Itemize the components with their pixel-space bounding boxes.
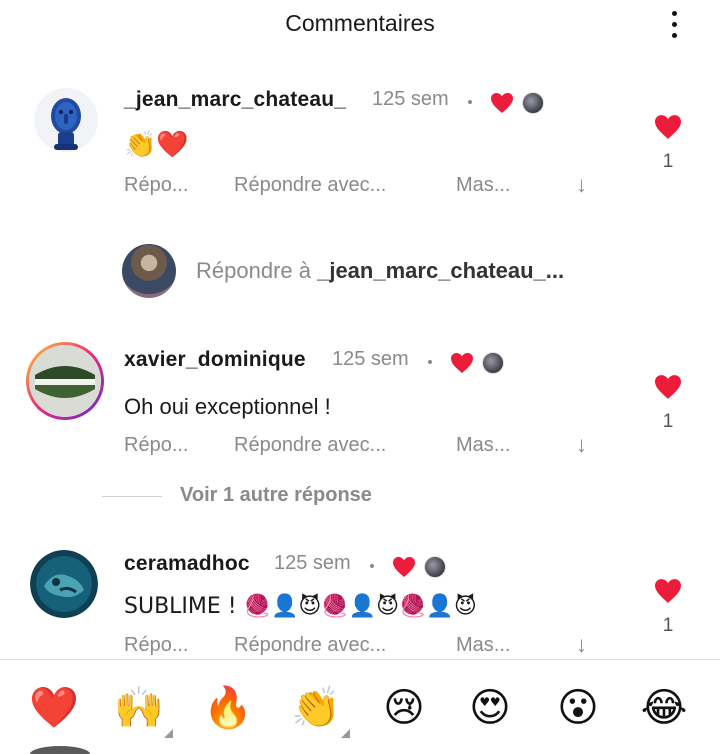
like-button[interactable]: 1 [648,578,688,648]
comments-header: Commentaires [0,0,720,48]
page-title: Commentaires [285,10,435,36]
arrow-down-icon[interactable]: ↓ [576,632,587,658]
red-heart-emoji[interactable]: ❤️ [26,680,82,736]
creator-avatar [522,92,544,114]
surprised-face-emoji[interactable]: 😮 [550,680,606,736]
heart-icon [655,579,681,603]
divider-line [102,496,162,497]
emoji-bar: ❤️ 🙌 🔥 👏 😢 😍 😮 😂 [0,660,720,754]
reply-placeholder: Répondre à _jean_marc_chateau_... [196,258,565,283]
comment-text: Oh oui exceptionnel ! [124,394,331,419]
avatar[interactable] [26,342,104,420]
reply-with-button[interactable]: Répondre avec... [234,174,386,197]
more-options-icon[interactable] [662,8,686,40]
hide-button[interactable]: Mas... [456,174,510,197]
like-count: 1 [662,151,674,172]
comment-time: 125 sem [332,348,409,370]
comment-username[interactable]: ceramadhoc [124,552,250,576]
hide-button[interactable]: Mas... [456,434,510,457]
reply-input[interactable]: Répondre à _jean_marc_chateau_... [122,244,682,300]
view-more-label: Voir 1 autre réponse [180,484,372,506]
arrow-down-icon[interactable]: ↓ [576,432,587,458]
creator-liked-heart-icon [491,93,513,113]
reply-with-button[interactable]: Répondre avec... [234,434,386,457]
comment-item: _jean_marc_chateau_ 125 sem 👏❤️ Répo... … [0,80,720,220]
heart-icon [655,375,681,399]
reply-button[interactable]: Répo... [124,634,188,657]
my-avatar [122,244,176,298]
creator-liked-heart-icon [451,353,473,373]
separator-dot [468,100,472,104]
comment-time: 125 sem [274,552,351,574]
comment-text: 👏❤️ [124,130,189,160]
separator-dot [370,564,374,568]
comment-item: ceramadhoc 125 sem SUBLIME ! 🧶👤😈🧶👤😈🧶👤😈 R… [0,544,720,660]
creator-avatar [482,352,504,374]
separator-dot [428,360,432,364]
like-count: 1 [662,411,674,432]
like-button[interactable]: 1 [648,374,688,444]
fire-emoji[interactable]: 🔥 [200,680,256,736]
tears-of-joy-emoji[interactable]: 😂 [636,680,692,736]
reply-button[interactable]: Répo... [124,434,188,457]
heart-eyes-emoji[interactable]: 😍 [462,680,518,736]
avatar[interactable] [30,550,98,618]
comment-time: 125 sem [372,88,449,110]
reply-with-button[interactable]: Répondre avec... [234,634,386,657]
heart-icon [655,115,681,139]
like-button[interactable]: 1 [648,114,688,184]
comment-item: xavier_dominique 125 sem Oh oui exceptio… [0,340,720,480]
raising-hands-emoji[interactable]: 🙌 [111,680,173,738]
comment-username[interactable]: _jean_marc_chateau_ [124,88,346,112]
comment-text: SUBLIME ! 🧶👤😈🧶👤😈🧶👤😈 [124,594,477,619]
crying-face-emoji[interactable]: 😢 [376,680,432,736]
creator-avatar [424,556,446,578]
comment-username[interactable]: xavier_dominique [124,348,306,372]
hide-button[interactable]: Mas... [456,634,510,657]
like-count: 1 [662,615,674,636]
reply-button[interactable]: Répo... [124,174,188,197]
clapping-hands-emoji[interactable]: 👏 [288,680,350,738]
creator-liked-heart-icon [393,557,415,577]
arrow-down-icon[interactable]: ↓ [576,172,587,198]
avatar[interactable] [34,88,98,152]
